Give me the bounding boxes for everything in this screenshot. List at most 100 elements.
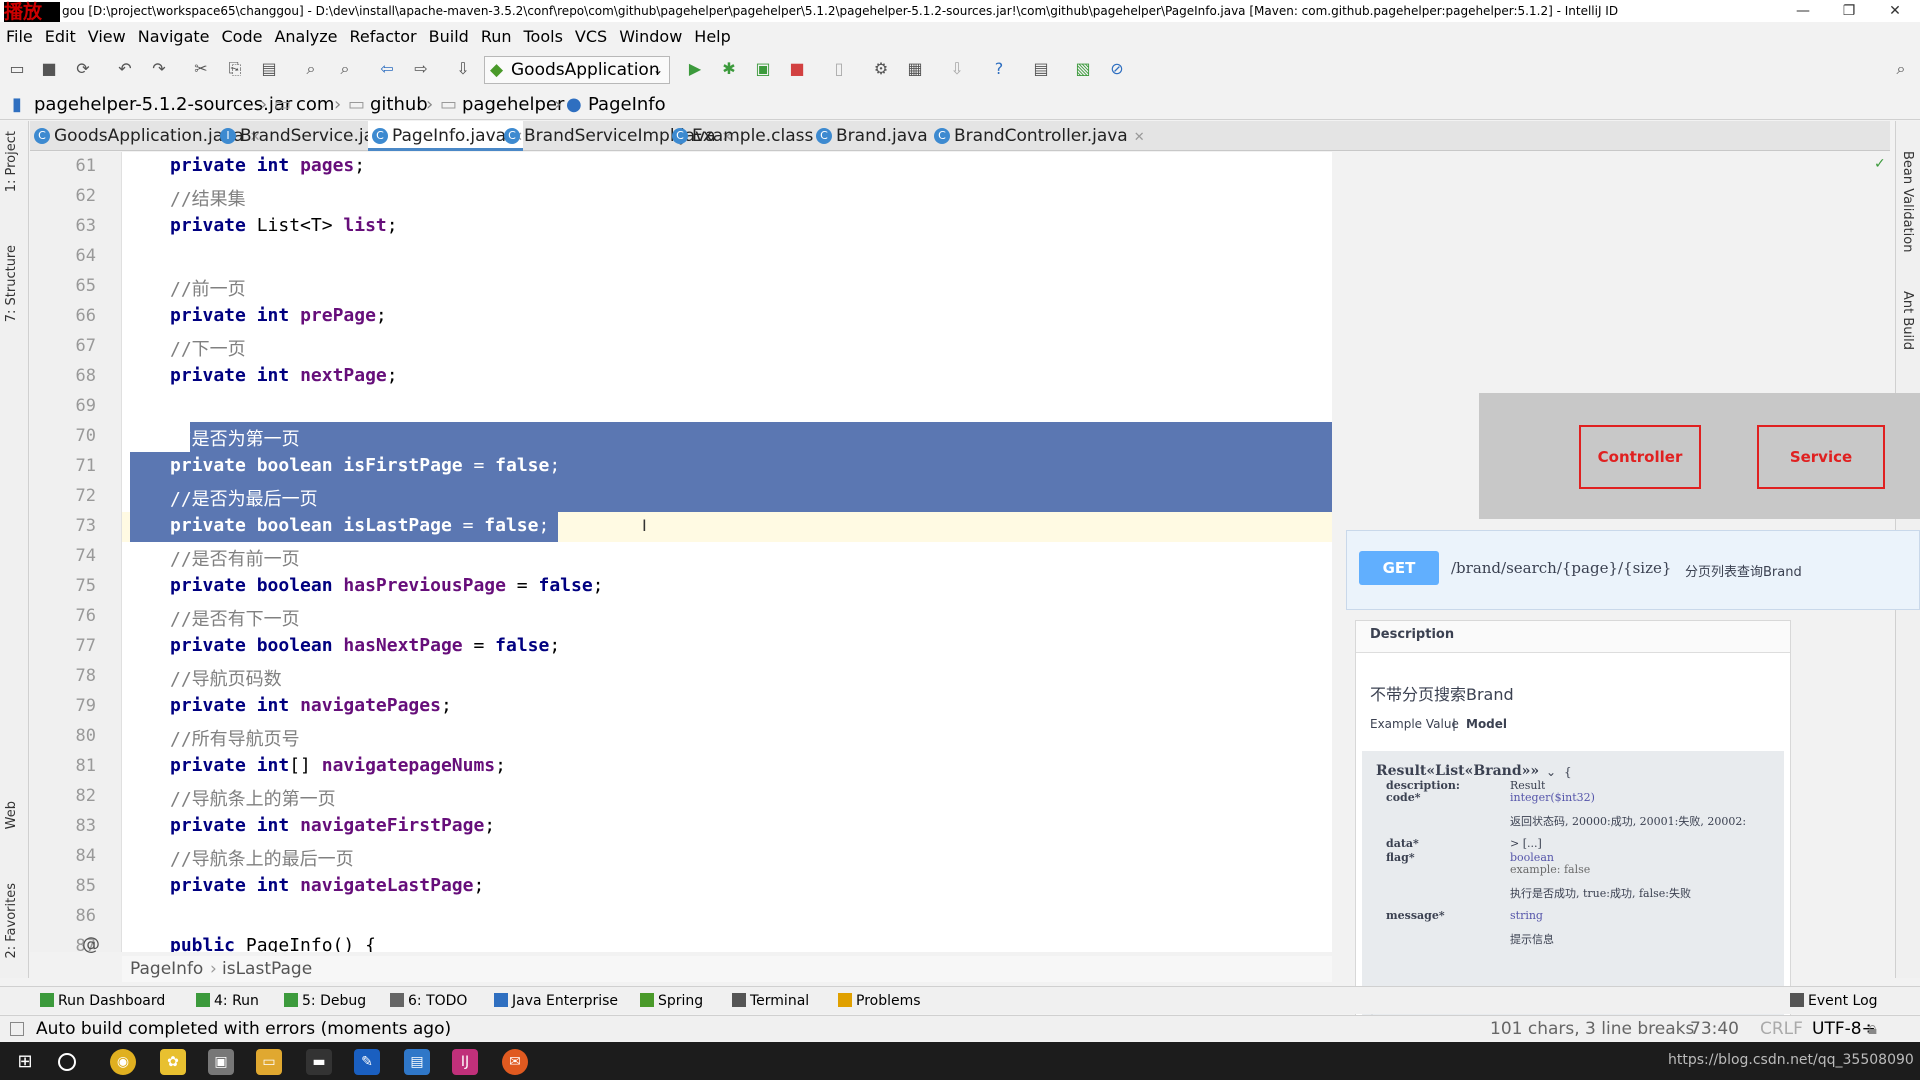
code-line[interactable]: private boolean hasPreviousPage = false; — [122, 572, 1332, 602]
breadcrumb-jar[interactable]: pagehelper-5.1.2-sources.jar — [34, 90, 292, 120]
code-line[interactable] — [122, 242, 1332, 272]
code-line[interactable]: private int nextPage; — [122, 362, 1332, 392]
tab-brand-java[interactable]: CBrand.java✕ — [812, 121, 945, 151]
code-line[interactable]: //导航页码数 — [122, 662, 1332, 692]
breadcrumb-github[interactable]: github — [370, 90, 428, 120]
nav-class[interactable]: PageInfo — [130, 956, 203, 982]
favorites-tool-tab[interactable]: 2: Favorites — [4, 883, 19, 959]
run-configuration-select[interactable]: ◆ GoodsApplication ⌄ — [484, 56, 670, 84]
menu-help[interactable]: Help — [688, 24, 736, 50]
code-line[interactable]: private int navigateFirstPage; — [122, 812, 1332, 842]
code-line[interactable]: private int prePage; — [122, 302, 1332, 332]
copy-icon[interactable]: ⎘ — [224, 58, 246, 80]
cut-icon[interactable]: ✂ — [190, 58, 212, 80]
menu-edit[interactable]: Edit — [39, 24, 82, 50]
attach-icon[interactable]: ▯ — [828, 58, 850, 80]
menu-window[interactable]: Window — [613, 24, 688, 50]
code-line[interactable]: public PageInfo() { — [122, 932, 1332, 952]
no-icon[interactable]: ⊘ — [1106, 58, 1128, 80]
bean-validation-tool-tab[interactable]: Bean Validation — [1900, 151, 1915, 252]
file-explorer-icon[interactable]: ▭ — [256, 1049, 282, 1075]
code-line[interactable]: private boolean hasNextPage = false; — [122, 632, 1332, 662]
lock-icon[interactable]: 🔒︎ — [1868, 1016, 1877, 1042]
file-encoding[interactable]: UTF-8÷ — [1812, 1016, 1876, 1042]
structure-tool-tab[interactable]: 7: Structure — [4, 245, 19, 322]
swagger-operation[interactable]: GET /brand/search/{page}/{size} 分页列表查询Br… — [1346, 530, 1920, 610]
inspection-ok-icon[interactable]: ✓ — [1874, 156, 1886, 172]
save-icon[interactable]: ■ — [38, 58, 60, 80]
code-line[interactable]: private int navigatePages; — [122, 692, 1332, 722]
project-structure-icon[interactable]: ▦ — [904, 58, 926, 80]
selected-code-line[interactable]: //是否为最后一页 — [130, 482, 1332, 512]
debug-icon[interactable]: ✱ — [718, 58, 740, 80]
menu-vcs[interactable]: VCS — [569, 24, 613, 50]
code-line[interactable]: //是否有下一页 — [122, 602, 1332, 632]
tasks-icon[interactable]: ▤ — [1030, 58, 1052, 80]
tab-brandcontroller-java[interactable]: C BrandController.java ✕ — [930, 121, 1145, 151]
example-value-tab[interactable]: Example Value — [1370, 717, 1459, 731]
menu-code[interactable]: Code — [216, 24, 269, 50]
menu-analyze[interactable]: Analyze — [268, 24, 343, 50]
replace-icon[interactable]: ⌕ — [334, 58, 356, 80]
search-icon[interactable] — [58, 1053, 76, 1071]
code-line[interactable]: private int[] navigatepageNums; — [122, 752, 1332, 782]
vm-icon[interactable]: ▧ — [1072, 58, 1094, 80]
chrome-icon[interactable]: ◉ — [110, 1049, 136, 1075]
notes-icon[interactable]: ▤ — [404, 1049, 430, 1075]
menu-build[interactable]: Build — [423, 24, 475, 50]
windows-start-icon[interactable]: ⊞ — [12, 1049, 38, 1075]
toolwindow-rundashboard[interactable]: Run Dashboard — [40, 987, 165, 1015]
override-marker-icon[interactable]: @ — [82, 934, 100, 955]
chevron-down-icon[interactable]: ⌄ — [1546, 765, 1556, 779]
sync-icon[interactable]: ⟳ — [72, 58, 94, 80]
forward-icon[interactable]: ⇨ — [410, 58, 432, 80]
run-icon[interactable]: ▶ — [684, 58, 706, 80]
toolwindow-todo[interactable]: 6: TODO — [390, 987, 467, 1015]
app-icon[interactable]: ✿ — [160, 1049, 186, 1075]
undo-icon[interactable]: ↶ — [114, 58, 136, 80]
menu-tools[interactable]: Tools — [518, 24, 569, 50]
nav-member[interactable]: isLastPage — [222, 956, 312, 982]
code-line[interactable]: //导航条上的第一页 — [122, 782, 1332, 812]
toolwindow-terminal[interactable]: Terminal — [732, 987, 809, 1015]
find-icon[interactable]: ⌕ — [300, 58, 322, 80]
breadcrumb-com[interactable]: com — [296, 90, 334, 120]
code-line[interactable]: //导航条上的最后一页 — [122, 842, 1332, 872]
selected-code-line[interactable]: private boolean isFirstPage = false; — [130, 452, 1332, 482]
code-line[interactable] — [122, 392, 1332, 422]
ant-build-tool-tab[interactable]: Ant Build — [1900, 291, 1915, 350]
menu-view[interactable]: View — [82, 24, 132, 50]
toolwindow-spring[interactable]: Spring — [640, 987, 703, 1015]
intellij-icon[interactable]: IJ — [452, 1049, 478, 1075]
toolwindow-eventlog[interactable]: Event Log — [1790, 987, 1878, 1015]
back-icon[interactable]: ⇦ — [376, 58, 398, 80]
code-line[interactable]: //下一页 — [122, 332, 1332, 362]
code-line[interactable]: //是否有前一页 — [122, 542, 1332, 572]
selected-code-line[interactable]: private boolean isLastPage = false; — [130, 512, 558, 542]
line-separator[interactable]: CRLF — [1760, 1016, 1803, 1042]
menu-navigate[interactable]: Navigate — [132, 24, 216, 50]
menu-refactor[interactable]: Refactor — [344, 24, 423, 50]
breadcrumb-pageinfo[interactable]: PageInfo — [588, 90, 666, 120]
code-line[interactable]: //所有导航页号 — [122, 722, 1332, 752]
menu-file[interactable]: File — [0, 24, 39, 50]
code-line[interactable]: //结果集 — [122, 182, 1332, 212]
code-line[interactable]: private int pages; — [122, 152, 1332, 182]
close-tab-icon[interactable]: ✕ — [1134, 130, 1145, 145]
help-icon[interactable]: ? — [988, 58, 1010, 80]
toolwindow-problems[interactable]: Problems — [838, 987, 921, 1015]
service-button[interactable]: Service — [1757, 425, 1885, 489]
menu-run[interactable]: Run — [475, 24, 518, 50]
postman-icon[interactable]: ✉ — [502, 1049, 528, 1075]
toolwindow-debug[interactable]: 5: Debug — [284, 987, 366, 1015]
toolwindow-javaenterprise[interactable]: Java Enterprise — [494, 987, 618, 1015]
terminal-icon[interactable]: ▬ — [306, 1049, 332, 1075]
code-line[interactable]: private int navigateLastPage; — [122, 872, 1332, 902]
toolwindow-run[interactable]: 4: Run — [196, 987, 259, 1015]
code-line[interactable]: private List<T> list; — [122, 212, 1332, 242]
settings-icon[interactable]: ⚙ — [870, 58, 892, 80]
open-folder-icon[interactable]: ▭ — [6, 58, 28, 80]
selected-code-line[interactable]: //是否为第一页 — [170, 422, 1332, 452]
breadcrumb-pagehelper[interactable]: pagehelper — [462, 90, 564, 120]
minimize-button[interactable]: — — [1780, 0, 1826, 22]
